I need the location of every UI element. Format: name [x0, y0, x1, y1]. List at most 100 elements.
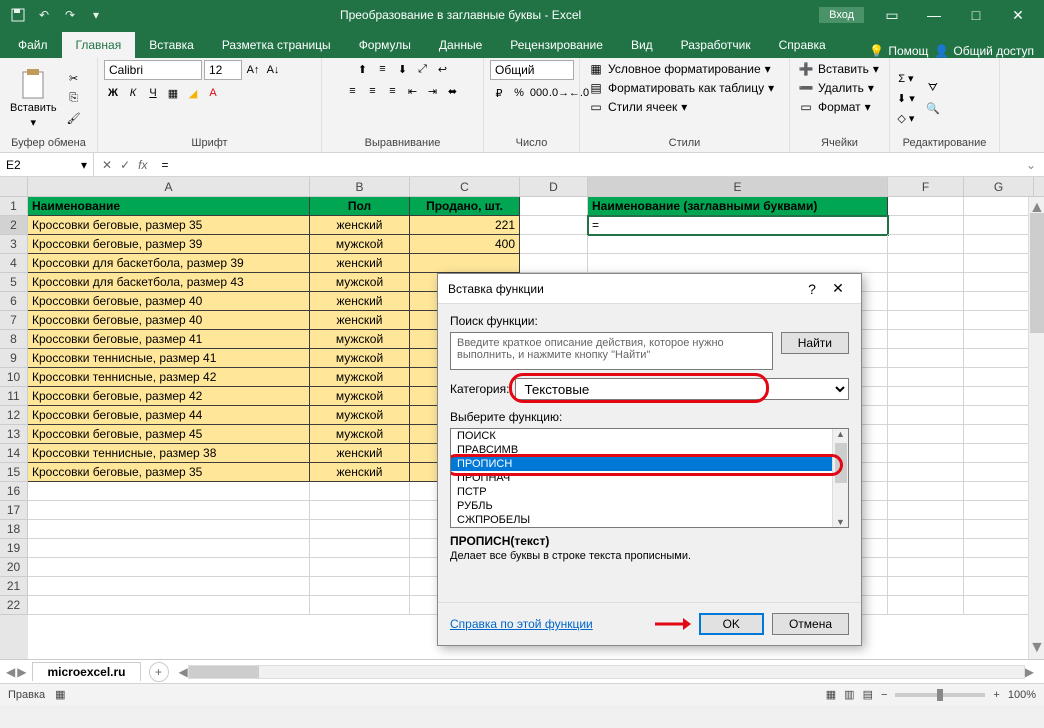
align-bottom-icon[interactable]: ⬇ [394, 60, 412, 78]
autosum-icon[interactable]: Σ ▾ [896, 69, 916, 87]
cell[interactable] [888, 273, 964, 292]
cell[interactable] [964, 596, 1034, 615]
align-middle-icon[interactable]: ≡ [374, 60, 392, 78]
cell[interactable] [888, 558, 964, 577]
cell[interactable] [964, 330, 1034, 349]
cell[interactable]: женский [310, 444, 410, 463]
insert-cells-button[interactable]: ➕Вставить ▾ [796, 60, 881, 78]
number-format-select[interactable] [490, 60, 574, 80]
row-header[interactable]: 19 [0, 539, 28, 558]
cell[interactable]: Кроссовки беговые, размер 42 [28, 387, 310, 406]
row-header[interactable]: 8 [0, 330, 28, 349]
row-header[interactable]: 13 [0, 425, 28, 444]
orientation-icon[interactable]: ⤢ [414, 60, 432, 78]
paste-button[interactable]: Вставить ▾ [6, 66, 61, 131]
category-select[interactable]: Текстовые [515, 378, 849, 400]
align-right-icon[interactable]: ≡ [384, 82, 402, 100]
find-button[interactable]: Найти [781, 332, 849, 354]
row-header[interactable]: 10 [0, 368, 28, 387]
currency-icon[interactable]: ₽ [490, 84, 508, 102]
cell[interactable] [964, 349, 1034, 368]
cell[interactable] [28, 577, 310, 596]
function-list-item[interactable]: СЖПРОБЕЛЫ [451, 513, 848, 527]
increase-font-icon[interactable]: A↑ [244, 61, 262, 79]
cell[interactable] [964, 558, 1034, 577]
cell[interactable] [888, 520, 964, 539]
cell[interactable] [520, 254, 588, 273]
cell[interactable] [964, 311, 1034, 330]
cell[interactable]: Кроссовки для баскетбола, размер 39 [28, 254, 310, 273]
cell[interactable] [888, 425, 964, 444]
indent-dec-icon[interactable]: ⇤ [404, 82, 422, 100]
cell[interactable] [888, 406, 964, 425]
cell[interactable] [520, 235, 588, 254]
align-left-icon[interactable]: ≡ [344, 82, 362, 100]
function-list[interactable]: ПОИСКПРАВСИМВПРОПИСНПРОПНАЧПСТРРУБЛЬСЖПР… [450, 428, 849, 528]
cell[interactable] [888, 216, 964, 235]
row-header[interactable]: 15 [0, 463, 28, 482]
cell[interactable]: 221 [410, 216, 520, 235]
row-header[interactable]: 7 [0, 311, 28, 330]
cell[interactable]: мужской [310, 406, 410, 425]
cell[interactable] [520, 197, 588, 216]
cell[interactable] [28, 558, 310, 577]
cell[interactable]: Кроссовки беговые, размер 40 [28, 292, 310, 311]
qat-dropdown-icon[interactable]: ▾ [86, 5, 106, 25]
function-list-item[interactable]: ПРОПНАЧ [451, 471, 848, 485]
expand-formula-icon[interactable]: ⌄ [1018, 158, 1044, 172]
cell[interactable] [888, 254, 964, 273]
tab-data[interactable]: Данные [425, 32, 496, 58]
cell[interactable] [964, 387, 1034, 406]
row-header[interactable]: 9 [0, 349, 28, 368]
tab-insert[interactable]: Вставка [135, 32, 208, 58]
cell[interactable]: Продано, шт. [410, 197, 520, 216]
list-scrollbar[interactable]: ▲ ▼ [832, 429, 848, 527]
cell[interactable]: женский [310, 216, 410, 235]
cell[interactable]: женский [310, 292, 410, 311]
font-size-select[interactable] [204, 60, 242, 80]
font-name-select[interactable] [104, 60, 202, 80]
enter-formula-icon[interactable]: ✓ [120, 158, 130, 172]
dialog-help-icon[interactable]: ? [799, 281, 825, 297]
cell[interactable] [888, 444, 964, 463]
name-box[interactable]: E2▾ [0, 153, 94, 176]
dec-inc-icon[interactable]: .0→ [550, 84, 568, 102]
comma-icon[interactable]: 000 [530, 84, 548, 102]
minimize-icon[interactable]: — [920, 7, 948, 23]
row-header[interactable]: 3 [0, 235, 28, 254]
row-header[interactable]: 18 [0, 520, 28, 539]
conditional-format-button[interactable]: ▦Условное форматирование ▾ [586, 60, 773, 78]
function-list-item[interactable]: ПРОПИСН [451, 457, 848, 471]
cell[interactable] [888, 349, 964, 368]
row-header[interactable]: 21 [0, 577, 28, 596]
cell[interactable] [888, 387, 964, 406]
cell[interactable]: 400 [410, 235, 520, 254]
align-center-icon[interactable]: ≡ [364, 82, 382, 100]
cell[interactable] [28, 501, 310, 520]
cell[interactable] [888, 197, 964, 216]
cell[interactable] [28, 596, 310, 615]
cell[interactable]: Кроссовки теннисные, размер 38 [28, 444, 310, 463]
row-header[interactable]: 22 [0, 596, 28, 615]
cell[interactable] [410, 254, 520, 273]
zoom-out-icon[interactable]: − [881, 689, 887, 701]
tab-view[interactable]: Вид [617, 32, 667, 58]
cell[interactable] [310, 539, 410, 558]
cell[interactable] [310, 558, 410, 577]
cell[interactable]: Кроссовки беговые, размер 44 [28, 406, 310, 425]
tell-me[interactable]: 💡Помощ [869, 44, 928, 58]
row-header[interactable]: 11 [0, 387, 28, 406]
sheet-next-icon[interactable]: ▶ [17, 665, 26, 679]
cell[interactable] [588, 235, 888, 254]
fill-color-icon[interactable]: ◢ [184, 84, 202, 102]
cell[interactable] [888, 292, 964, 311]
sheet-prev-icon[interactable]: ◀ [6, 665, 15, 679]
format-painter-icon[interactable]: 🖌 [65, 109, 83, 127]
fill-icon[interactable]: ⬇ ▾ [896, 89, 916, 107]
ribbon-display-icon[interactable]: ▭ [878, 7, 906, 24]
cell[interactable] [888, 463, 964, 482]
zoom-value[interactable]: 100% [1008, 689, 1036, 701]
cell[interactable] [310, 577, 410, 596]
row-header[interactable]: 1 [0, 197, 28, 216]
cell[interactable]: мужской [310, 368, 410, 387]
